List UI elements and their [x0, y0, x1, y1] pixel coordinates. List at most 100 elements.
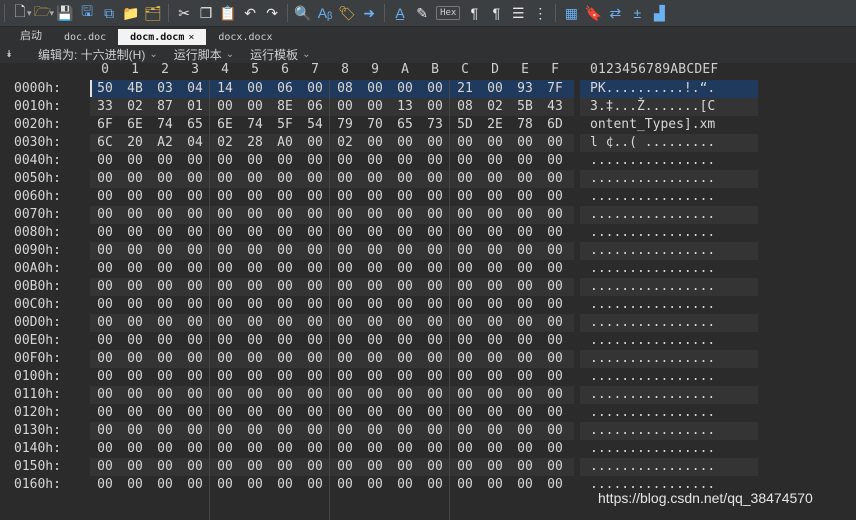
hex-byte[interactable]: 6D — [540, 117, 570, 132]
hex-byte[interactable]: 00 — [210, 387, 240, 402]
hex-byte[interactable]: 00 — [480, 477, 510, 492]
hex-byte[interactable]: 00 — [540, 423, 570, 438]
find-in-files-icon[interactable]: 🏷 — [336, 2, 358, 24]
hex-byte[interactable]: 00 — [90, 171, 120, 186]
hex-byte[interactable]: 00 — [480, 261, 510, 276]
hex-byte[interactable]: 00 — [150, 441, 180, 456]
hex-byte[interactable]: A2 — [150, 135, 180, 150]
hex-byte[interactable]: 00 — [120, 261, 150, 276]
hex-row[interactable]: 0130h: 00 00 00 00 00 00 00 00 00 00 00 00 00 00 00 00..… — [14, 422, 856, 440]
hex-byte[interactable]: 00 — [540, 225, 570, 240]
hex-byte[interactable]: 00 — [120, 423, 150, 438]
hex-byte[interactable]: 00 — [510, 171, 540, 186]
calculator-icon[interactable]: ▦ — [560, 2, 582, 24]
hex-byte[interactable]: 00 — [300, 261, 330, 276]
hex-byte[interactable]: 00 — [270, 225, 300, 240]
binary-icon[interactable]: ⋮ — [529, 2, 551, 24]
hex-byte[interactable]: 00 — [360, 351, 390, 366]
hex-byte[interactable]: 00 — [450, 405, 480, 420]
hex-byte[interactable]: 00 — [450, 297, 480, 312]
hex-byte[interactable]: 73 — [420, 117, 450, 132]
hex-byte[interactable]: 00 — [270, 369, 300, 384]
hex-byte[interactable]: 00 — [300, 405, 330, 420]
hex-byte[interactable]: 00 — [300, 243, 330, 258]
histogram-icon[interactable]: ▟ — [648, 2, 670, 24]
hex-byte[interactable]: 00 — [150, 405, 180, 420]
hex-byte[interactable]: 00 — [120, 189, 150, 204]
hex-byte[interactable]: 00 — [540, 261, 570, 276]
hex-byte[interactable]: 00 — [390, 315, 420, 330]
hex-byte[interactable]: 00 — [330, 189, 360, 204]
hex-byte[interactable]: 00 — [510, 315, 540, 330]
hex-byte[interactable]: 00 — [480, 171, 510, 186]
hex-byte[interactable]: 00 — [150, 225, 180, 240]
hex-byte[interactable]: 00 — [180, 423, 210, 438]
hex-byte[interactable]: 00 — [450, 477, 480, 492]
hex-byte[interactable]: 00 — [450, 333, 480, 348]
hex-byte[interactable]: 00 — [90, 405, 120, 420]
hex-byte[interactable]: 00 — [180, 405, 210, 420]
hex-byte[interactable]: 00 — [120, 333, 150, 348]
hex-byte[interactable]: 00 — [270, 207, 300, 222]
hex-byte[interactable]: 00 — [150, 171, 180, 186]
hex-row[interactable]: 00D0h: 00 00 00 00 00 00 00 00 00 00 00 00 00 00 00 00..… — [14, 314, 856, 332]
hex-byte[interactable]: 00 — [240, 243, 270, 258]
hex-byte[interactable]: 00 — [390, 387, 420, 402]
hex-byte[interactable]: 00 — [240, 99, 270, 114]
hex-byte[interactable]: 00 — [210, 351, 240, 366]
hex-byte[interactable]: 00 — [180, 477, 210, 492]
show-whitespace-icon[interactable]: ¶ — [485, 2, 507, 24]
hex-byte[interactable]: 4B — [120, 81, 150, 96]
hex-byte[interactable]: 00 — [360, 243, 390, 258]
hex-byte[interactable]: 00 — [420, 315, 450, 330]
hex-byte[interactable]: 00 — [390, 261, 420, 276]
hex-byte[interactable]: 5F — [270, 117, 300, 132]
hex-byte[interactable]: 00 — [210, 279, 240, 294]
hex-byte[interactable]: 33 — [90, 99, 120, 114]
hex-byte[interactable]: 00 — [420, 351, 450, 366]
hex-byte[interactable]: 00 — [210, 423, 240, 438]
hex-row[interactable]: 0080h: 00 00 00 00 00 00 00 00 00 00 00 00 00 00 00 00..… — [14, 224, 856, 242]
hex-byte[interactable]: 00 — [360, 207, 390, 222]
hex-byte[interactable]: 50 — [90, 81, 120, 96]
ascii-text[interactable]: 3.‡...Ž.......[C — [590, 99, 715, 114]
hex-byte[interactable]: 00 — [270, 315, 300, 330]
hex-byte[interactable]: 00 — [450, 369, 480, 384]
hex-byte[interactable]: 00 — [390, 405, 420, 420]
hex-byte[interactable]: 00 — [240, 171, 270, 186]
hex-byte[interactable]: 02 — [330, 135, 360, 150]
hex-row[interactable]: 0150h: 00 00 00 00 00 00 00 00 00 00 00 00 00 00 00 00..… — [14, 458, 856, 476]
hex-byte[interactable]: 00 — [480, 279, 510, 294]
hex-byte[interactable]: 00 — [270, 243, 300, 258]
hex-byte[interactable]: 02 — [210, 135, 240, 150]
hex-byte[interactable]: 00 — [540, 135, 570, 150]
hex-byte[interactable]: 00 — [300, 279, 330, 294]
hex-byte[interactable]: 00 — [120, 279, 150, 294]
hex-byte[interactable]: 00 — [540, 171, 570, 186]
hex-byte[interactable]: 00 — [210, 171, 240, 186]
hex-byte[interactable]: 00 — [210, 297, 240, 312]
hex-byte[interactable]: 00 — [360, 189, 390, 204]
hex-byte[interactable]: 00 — [510, 441, 540, 456]
hex-byte[interactable]: 00 — [330, 279, 360, 294]
hex-byte[interactable]: 00 — [150, 243, 180, 258]
hex-byte[interactable]: 00 — [390, 171, 420, 186]
hex-byte[interactable]: 00 — [390, 207, 420, 222]
run-template-menu[interactable]: 运行模板 ⌄ — [250, 46, 310, 63]
hex-byte[interactable]: 00 — [90, 225, 120, 240]
hex-row[interactable]: 0110h: 00 00 00 00 00 00 00 00 00 00 00 00 00 00 00 00..… — [14, 386, 856, 404]
hex-byte[interactable]: 00 — [510, 261, 540, 276]
hex-byte[interactable]: 00 — [360, 171, 390, 186]
hex-byte[interactable]: 00 — [210, 153, 240, 168]
replace-icon[interactable]: Aᵦ — [314, 2, 336, 24]
workspace-icon[interactable]: 🗂 — [142, 2, 164, 24]
hex-byte[interactable]: 00 — [360, 333, 390, 348]
hex-byte[interactable]: 78 — [510, 117, 540, 132]
hex-byte[interactable]: 00 — [450, 171, 480, 186]
edit-as-selector[interactable]: 编辑为: 十六进制(H) ⌄ — [38, 46, 158, 63]
hex-byte[interactable]: 00 — [540, 207, 570, 222]
hex-byte[interactable]: 00 — [150, 261, 180, 276]
hex-byte[interactable]: 74 — [240, 117, 270, 132]
hex-byte[interactable]: 00 — [270, 171, 300, 186]
hex-byte[interactable]: 08 — [330, 81, 360, 96]
